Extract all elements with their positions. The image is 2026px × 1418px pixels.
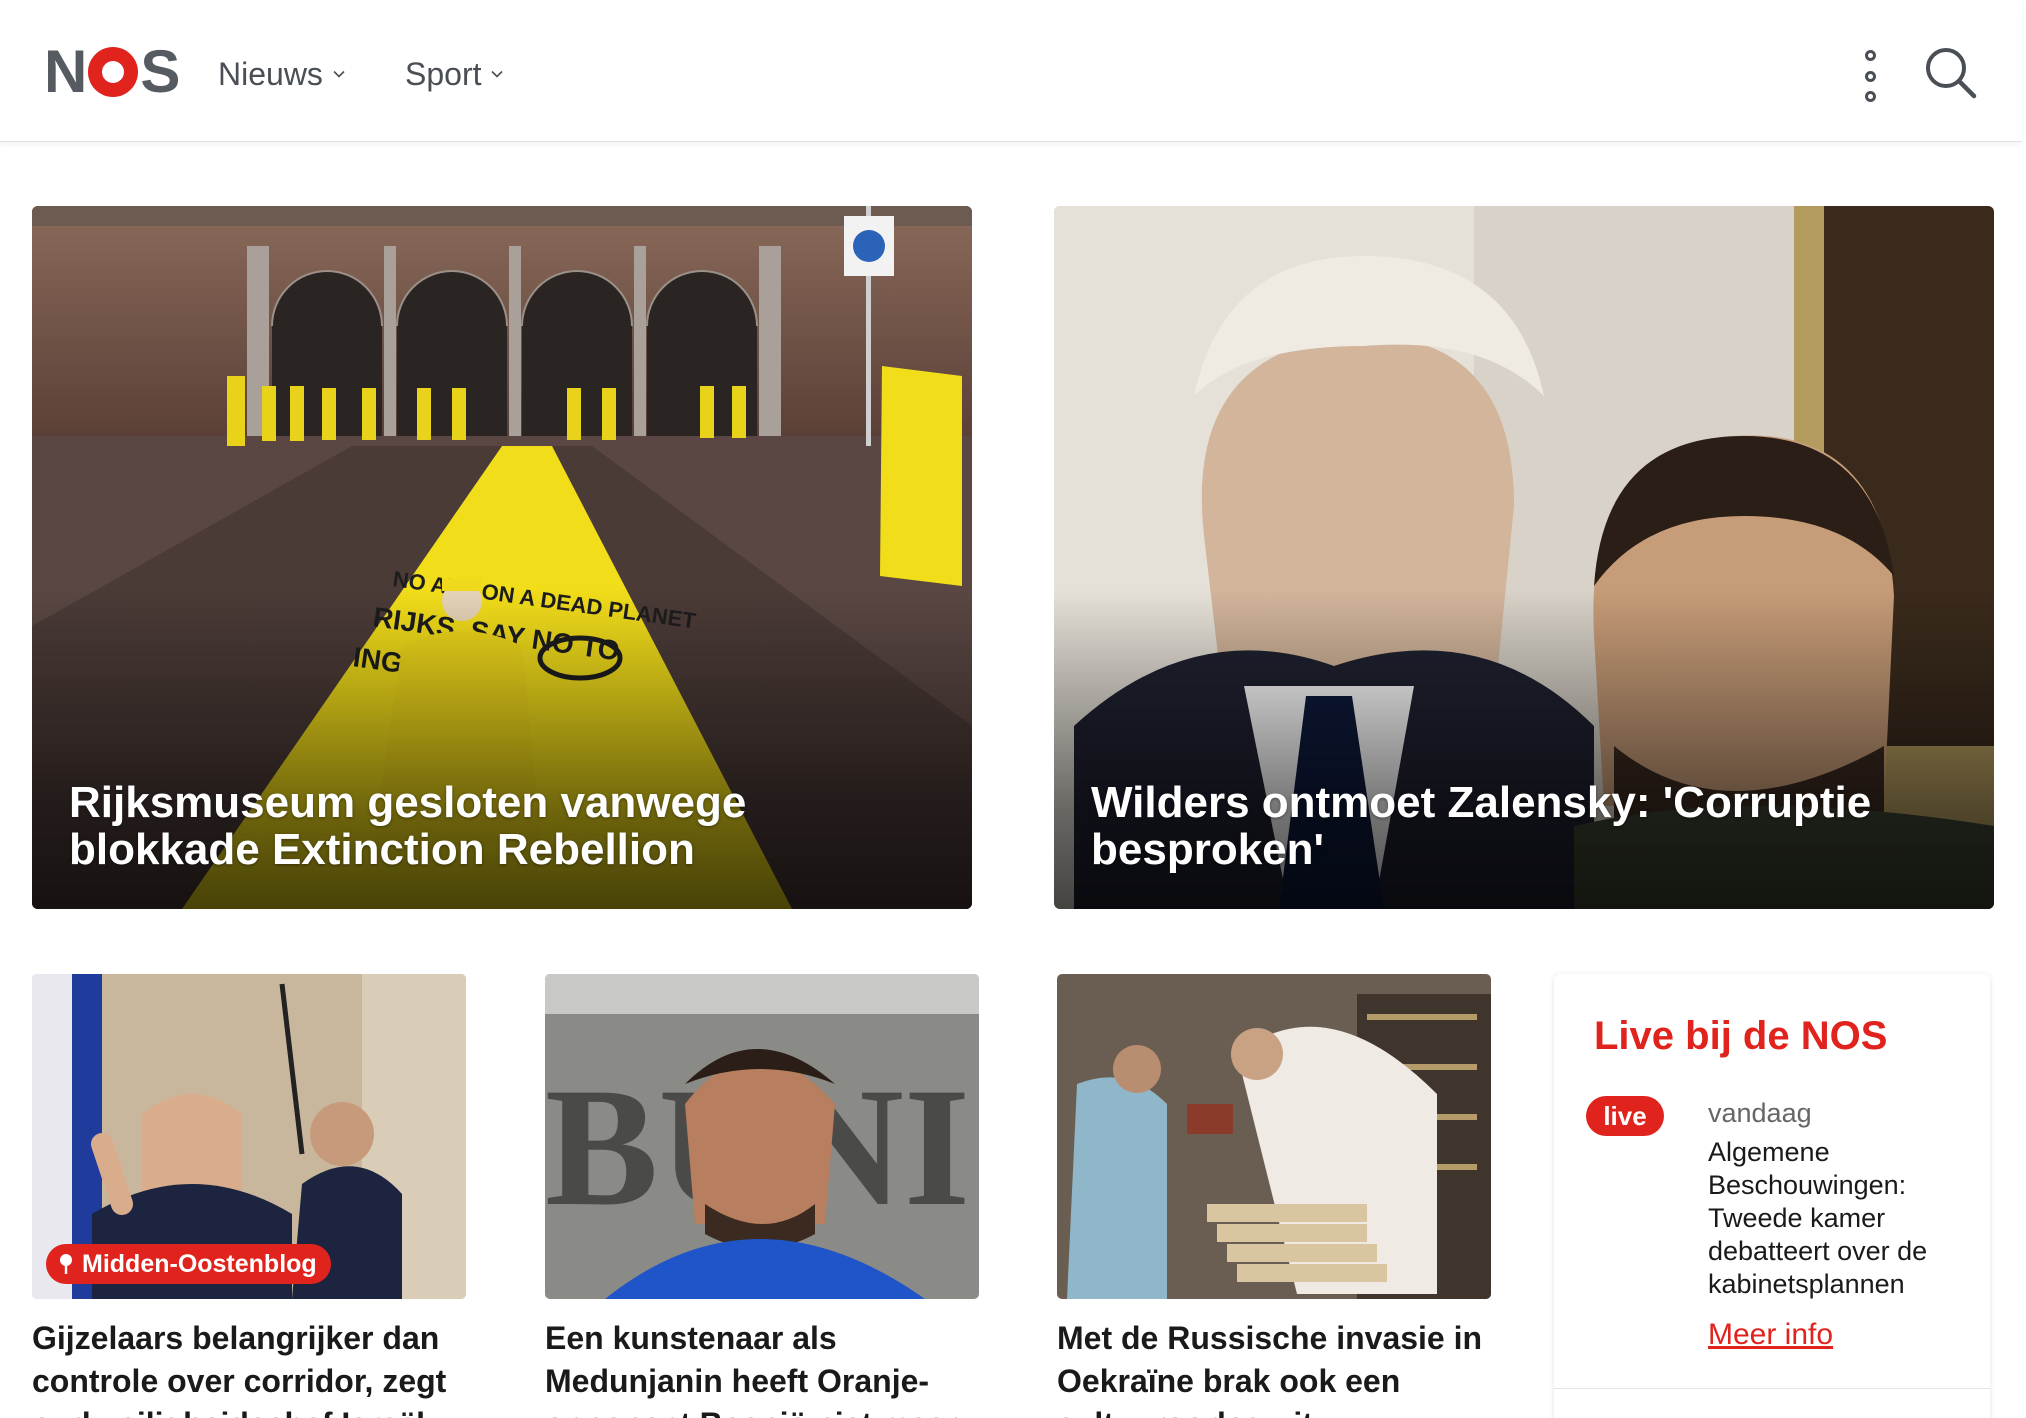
card-headline: Met de Russische invasie in Oekraïne bra… [1057, 1320, 1483, 1418]
card-headline: Gijzelaars belangrijker dan controle ove… [32, 1320, 447, 1418]
nav-nieuws-label: Nieuws [218, 55, 323, 92]
chevron-down-icon [491, 70, 504, 78]
card-thumbnail: Midden-Oostenblog [32, 974, 466, 1299]
live-panel: Live bij de NOS live vandaag Algemene Be… [1554, 974, 1990, 1418]
menu-dot [1864, 91, 1876, 102]
card-headline: Een kunstenaar als Medunjanin heeft Oran… [545, 1320, 957, 1418]
nav-sport[interactable]: Sport [405, 52, 504, 96]
card-image-footballer: BUNI [545, 974, 979, 1299]
menu-dot [1864, 70, 1876, 82]
search-icon[interactable] [1922, 44, 1978, 100]
chevron-down-icon [333, 70, 345, 78]
live-item-text[interactable]: Algemene Beschouwingen: Tweede kamer deb… [1708, 1136, 1968, 1301]
divider [1554, 1388, 1990, 1389]
live-date: vandaag [1708, 1098, 1812, 1128]
hero-article-rijksmuseum[interactable]: NO ART ON A DEAD PLANET RIJKS, SAY NO TO… [32, 206, 972, 909]
logo-o-mark [88, 47, 139, 97]
article-card-medunjanin[interactable]: BUNI Een kunstenaar als Medunjanin heeft… [545, 974, 979, 1418]
live-badge: live [1586, 1096, 1664, 1136]
nav-nieuws[interactable]: Nieuws [218, 52, 346, 96]
card-thumbnail: BUNI [545, 974, 979, 1299]
top-navigation-bar: NS Nieuws Sport [0, 0, 2022, 142]
page: NS Nieuws Sport Rijksmuseum gesloten van… [0, 0, 2026, 1418]
location-pin-icon [60, 1254, 72, 1274]
tag-label: Midden-Oostenblog [82, 1249, 317, 1278]
meer-info-link[interactable]: Meer info [1708, 1318, 1833, 1352]
card-image-bookshop [1057, 974, 1491, 1299]
hero-title: Rijksmuseum gesloten vanwege blokkade Ex… [69, 778, 747, 874]
hero-article-wilders[interactable]: Wilders ontmoet Zalensky: 'Corruptie bes… [1054, 206, 1994, 909]
live-panel-title: Live bij de NOS [1594, 1014, 1888, 1058]
more-menu-button[interactable] [1852, 50, 1888, 102]
tag-midden-oostenblog[interactable]: Midden-Oostenblog [46, 1244, 331, 1284]
nav-sport-label: Sport [405, 55, 482, 92]
vertical-dots-icon [1864, 50, 1876, 61]
article-card-cultuuroorlog[interactable]: Met de Russische invasie in Oekraïne bra… [1057, 974, 1491, 1418]
card-thumbnail [1057, 974, 1491, 1299]
article-card-gijzelaars[interactable]: Midden-Oostenblog Gijzelaars belangrijke… [32, 974, 466, 1418]
nos-logo[interactable]: NS [44, 38, 180, 105]
hero-title: Wilders ontmoet Zalensky: 'Corruptie bes… [1091, 778, 1872, 874]
